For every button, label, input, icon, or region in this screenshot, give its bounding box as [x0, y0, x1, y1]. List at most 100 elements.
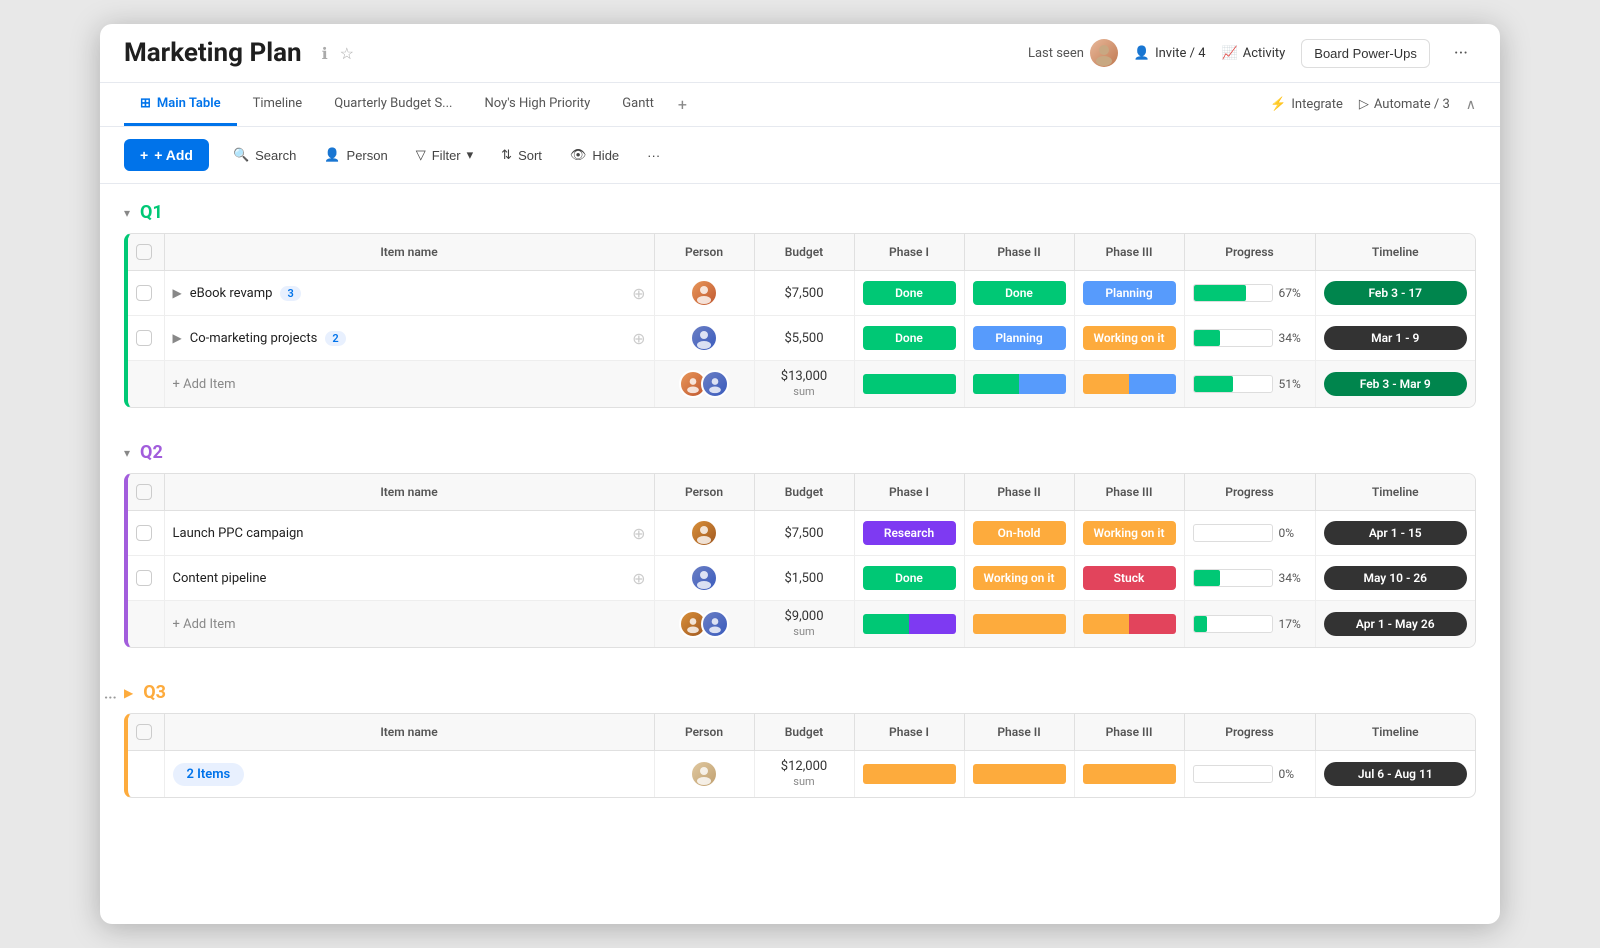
add-row-icon[interactable]: ⊕	[632, 569, 645, 588]
row-budget[interactable]: $7,500	[754, 271, 854, 316]
row-person[interactable]	[654, 556, 754, 601]
header-checkbox[interactable]	[136, 244, 152, 260]
tab-priority[interactable]: Noy's High Priority	[468, 84, 606, 126]
header-checkbox[interactable]	[136, 484, 152, 500]
row-budget[interactable]: $7,500	[754, 511, 854, 556]
person-button[interactable]: 👤 Person	[312, 140, 399, 170]
row-phase2[interactable]: Working on it	[964, 556, 1074, 601]
row-item-name: Content pipeline ⊕	[164, 556, 654, 601]
person-filter-icon: 👤	[324, 147, 340, 163]
row-progress[interactable]: 34%	[1184, 316, 1315, 361]
row-phase3[interactable]: Working on it	[1074, 511, 1184, 556]
search-button[interactable]: 🔍 Search	[221, 140, 308, 170]
row-person[interactable]	[654, 316, 754, 361]
row-progress[interactable]: 0%	[1184, 511, 1315, 556]
summary-add-item[interactable]: + Add Item	[164, 601, 654, 648]
header-star-icon[interactable]: ☆	[340, 44, 354, 63]
sort-button[interactable]: ⇅ Sort	[489, 140, 554, 170]
header-checkbox[interactable]	[136, 724, 152, 740]
row-person[interactable]	[654, 511, 754, 556]
row-cb[interactable]	[128, 556, 164, 601]
summary-phase2	[964, 601, 1074, 648]
row-phase1[interactable]: Done	[854, 271, 964, 316]
row-cb[interactable]	[128, 316, 164, 361]
summary-phase3	[1074, 601, 1184, 648]
items-badge-cell[interactable]: 2 Items	[164, 751, 654, 798]
summary-add-item[interactable]: + Add Item	[164, 361, 654, 408]
group-q3-header[interactable]: ▶ Q3	[100, 672, 1500, 713]
automate-button[interactable]: ▷ Automate / 3	[1359, 97, 1450, 112]
th-item-name: Item name	[164, 234, 654, 271]
th-person: Person	[654, 474, 754, 511]
filter-button[interactable]: ▽ Filter ▾	[404, 140, 485, 170]
header-info-icon[interactable]: ℹ	[322, 44, 328, 63]
last-seen-label: Last seen	[1028, 46, 1084, 61]
person-avatar	[690, 564, 718, 592]
tab-main-table[interactable]: ⊞ Main Table	[124, 84, 237, 126]
row-timeline[interactable]: Feb 3 - 17	[1315, 271, 1475, 316]
row-timeline[interactable]: Apr 1 - 15	[1315, 511, 1475, 556]
row-progress[interactable]: 67%	[1184, 271, 1315, 316]
person-avatar	[690, 279, 718, 307]
group-q1-chevron[interactable]: ▾	[124, 206, 130, 220]
row-budget[interactable]: $1,500	[754, 556, 854, 601]
group-q1-header[interactable]: ▾ Q1	[100, 192, 1500, 233]
tabs-collapse-button[interactable]: ∧	[1466, 97, 1476, 113]
row-phase2[interactable]: Planning	[964, 316, 1074, 361]
activity-button[interactable]: 📈 Activity	[1222, 46, 1286, 61]
tabs-right: ⚡ Integrate ▷ Automate / 3 ∧	[1270, 97, 1476, 113]
add-row-icon[interactable]: ⊕	[632, 284, 645, 303]
th-phase3: Phase III	[1074, 714, 1184, 751]
expand-icon[interactable]: ▶	[173, 331, 182, 345]
group-q2-table: Item name Person Budget Phase I Phase II…	[124, 473, 1476, 648]
row-phase3[interactable]: Planning	[1074, 271, 1184, 316]
table-row: Content pipeline ⊕	[128, 556, 1475, 601]
header-more-button[interactable]: ···	[1446, 39, 1476, 68]
row-cb[interactable]	[128, 511, 164, 556]
row-item-name: ▶ eBook revamp 3 ⊕	[164, 271, 654, 316]
row-budget[interactable]: $5,500	[754, 316, 854, 361]
row-phase1[interactable]: Done	[854, 556, 964, 601]
row-person[interactable]	[654, 271, 754, 316]
tab-timeline[interactable]: Timeline	[237, 84, 319, 126]
row-phase1[interactable]: Research	[854, 511, 964, 556]
row-phase1[interactable]: Done	[854, 316, 964, 361]
group-q2-header[interactable]: ▾ Q2	[100, 432, 1500, 473]
row-phase3[interactable]: Working on it	[1074, 316, 1184, 361]
add-tab-button[interactable]: +	[670, 83, 695, 126]
table-row: ▶ Co-marketing projects 2 ⊕	[128, 316, 1475, 361]
row-phase3[interactable]: Stuck	[1074, 556, 1184, 601]
row-phase2[interactable]: On-hold	[964, 511, 1074, 556]
left-dots-indicator: ···	[104, 690, 117, 706]
row-timeline[interactable]: Mar 1 - 9	[1315, 316, 1475, 361]
sort-icon: ⇅	[501, 147, 512, 163]
tab-gantt[interactable]: Gantt	[606, 84, 670, 126]
tabs-bar: ⊞ Main Table Timeline Quarterly Budget S…	[100, 83, 1500, 127]
row-progress[interactable]: 34%	[1184, 556, 1315, 601]
add-row-icon[interactable]: ⊕	[632, 524, 645, 543]
th-checkbox	[128, 714, 164, 751]
row-timeline[interactable]: May 10 - 26	[1315, 556, 1475, 601]
table-row: ▶ eBook revamp 3 ⊕	[128, 271, 1475, 316]
th-phase1: Phase I	[854, 714, 964, 751]
toolbar: + + Add 🔍 Search 👤 Person ▽ Filter ▾ ⇅ S…	[100, 127, 1500, 184]
row-phase2[interactable]: Done	[964, 271, 1074, 316]
hide-button[interactable]: 👁 Hide	[558, 140, 631, 170]
group-q3-chevron[interactable]: ▶	[124, 686, 133, 700]
summary-person	[654, 361, 754, 408]
tab-quarterly[interactable]: Quarterly Budget S...	[318, 84, 468, 126]
summary-progress: 0%	[1184, 751, 1315, 798]
summary-phase1	[854, 361, 964, 408]
add-button[interactable]: + + Add	[124, 139, 209, 171]
board-powerups-button[interactable]: Board Power-Ups	[1301, 39, 1430, 68]
row-cb[interactable]	[128, 271, 164, 316]
add-row-icon[interactable]: ⊕	[632, 329, 645, 348]
th-checkbox	[128, 234, 164, 271]
expand-icon[interactable]: ▶	[173, 286, 182, 300]
integrate-button[interactable]: ⚡ Integrate	[1270, 97, 1343, 112]
invite-button[interactable]: 👤 Invite / 4	[1134, 46, 1206, 61]
group-q3-title: Q3	[143, 682, 166, 703]
more-toolbar-button[interactable]: ···	[635, 141, 672, 170]
summary-row: + Add Item	[128, 361, 1475, 408]
group-q2-chevron[interactable]: ▾	[124, 446, 130, 460]
